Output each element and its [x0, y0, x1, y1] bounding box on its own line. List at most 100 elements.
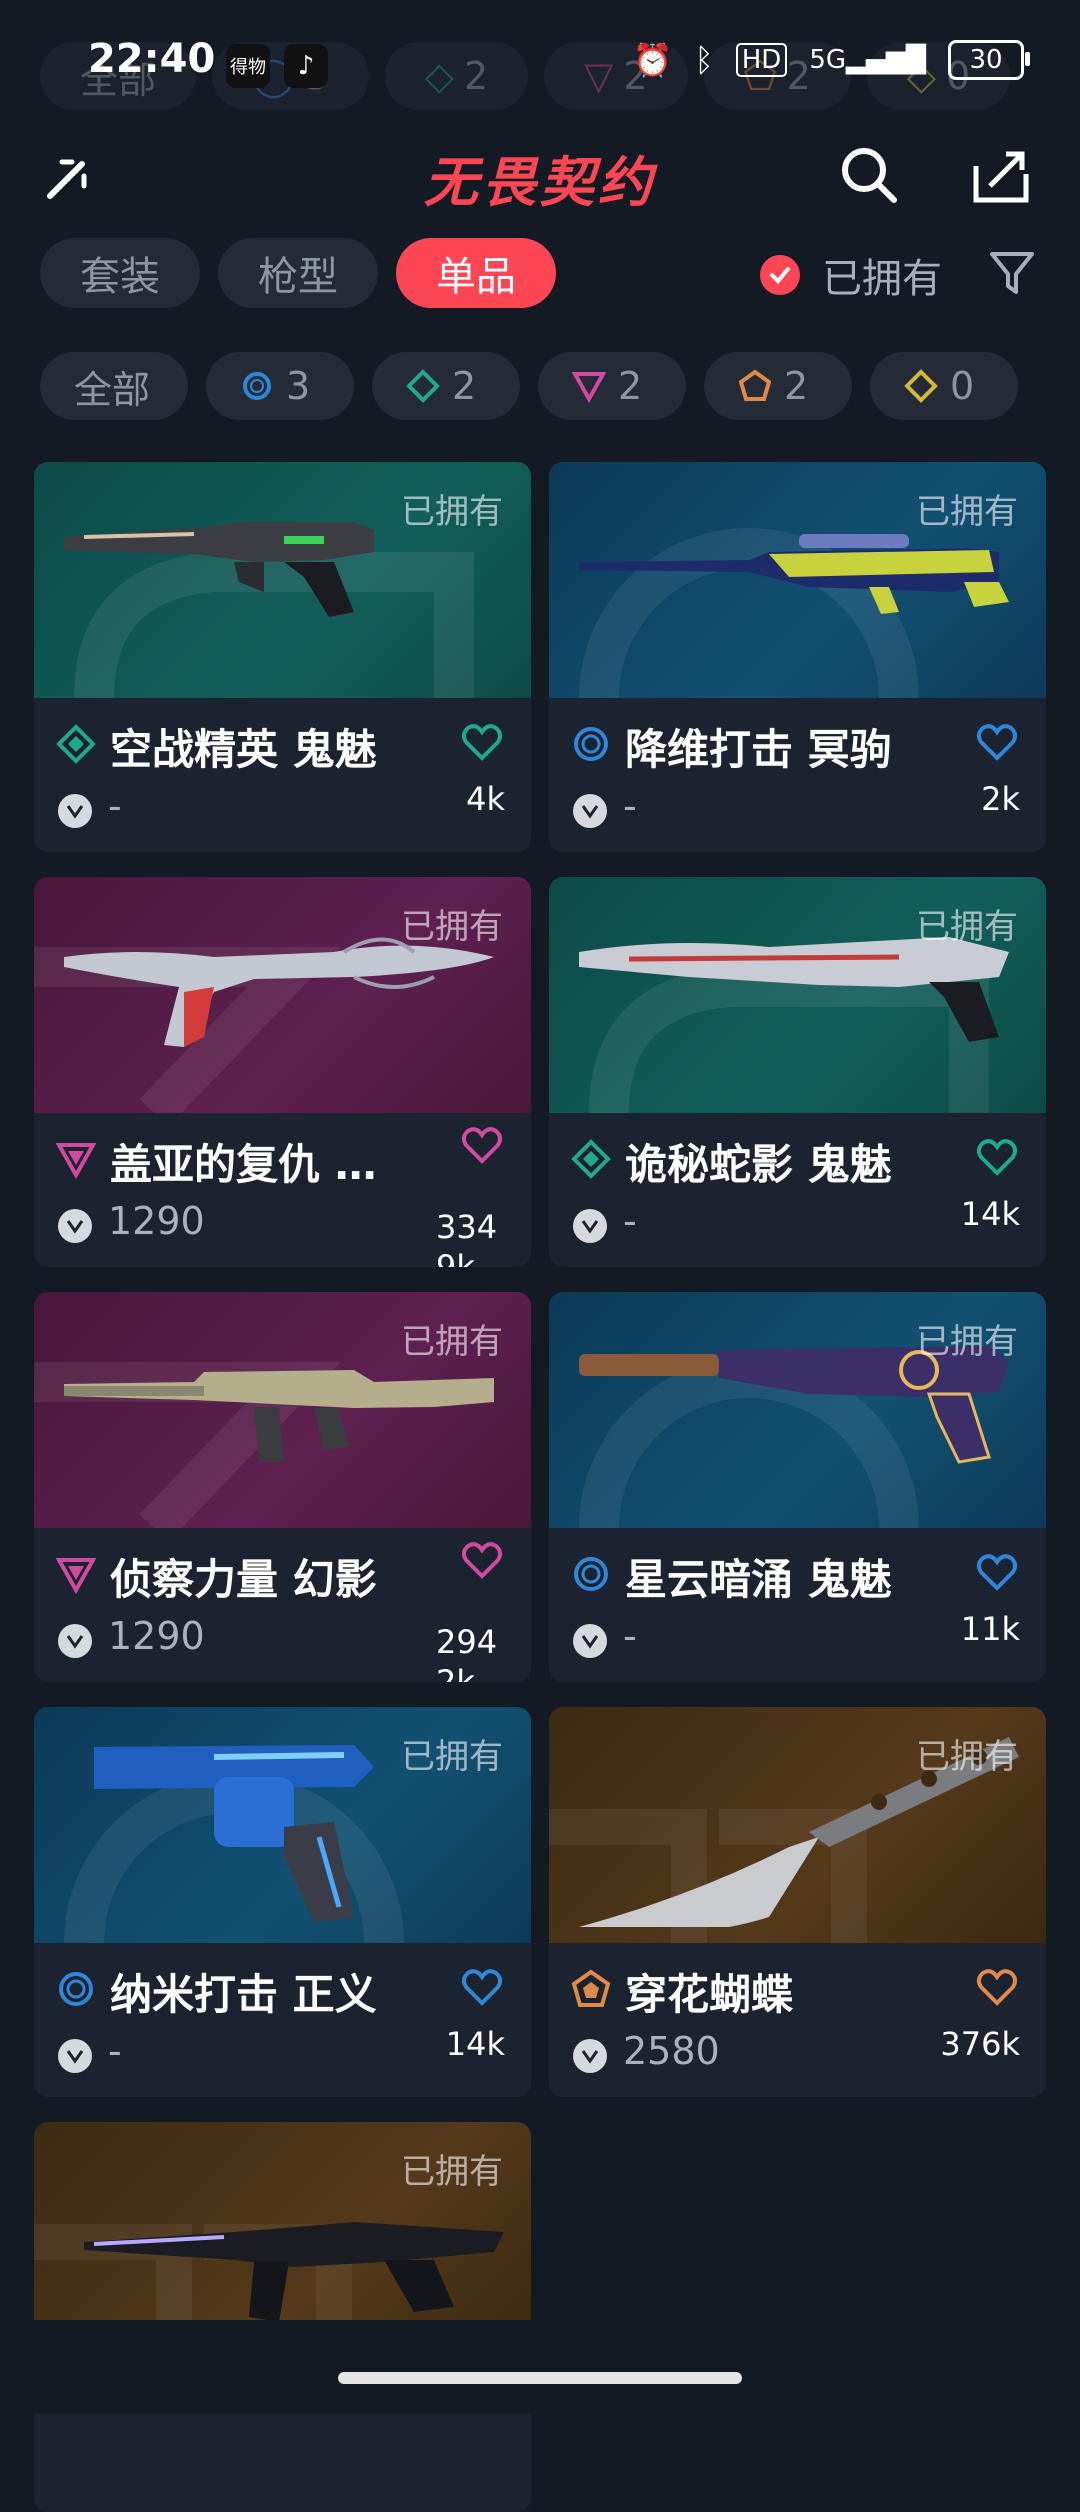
- item-image: 已拥有: [549, 462, 1046, 698]
- like-count: 3349k: [436, 1208, 498, 1267]
- like-count: 376k: [940, 2025, 1020, 2063]
- triangle-rarity-icon: [56, 1143, 96, 1179]
- item-image: 已拥有: [549, 877, 1046, 1113]
- item-card[interactable]: 已拥有 侦察力量 幻影 1290 2942k: [34, 1292, 531, 1682]
- like-count: 14k: [960, 1195, 1020, 1233]
- owned-filter-toggle[interactable]: 已拥有: [760, 246, 942, 304]
- diamond-gold-tier-icon: [904, 369, 938, 403]
- item-card[interactable]: 已拥有 空战精英 鬼魅 - 4k: [34, 462, 531, 852]
- circle-tier-icon: [243, 372, 271, 400]
- vp-currency-icon: [573, 1209, 607, 1243]
- vp-currency-icon: [58, 1624, 92, 1658]
- item-name: 诡秘蛇影 鬼魅: [625, 1140, 892, 1189]
- circle-rarity-icon: [574, 727, 608, 761]
- tier-filter-row: 全部 3 2 2 2 0: [40, 352, 1080, 420]
- item-name: 侦察力量 幻影: [110, 1555, 377, 1604]
- tier-select[interactable]: 3: [206, 352, 354, 420]
- status-bar: 全部 ◯3 ◇2 ▽2 ⬠2 ◇0 22:40 得物 ♪ ⏰ ᛒ HD 5G▂▄…: [0, 0, 1080, 130]
- item-grid: 已拥有 空战精英 鬼魅 - 4k 已拥有 降维打击 冥驹 - 2k 已拥有 盖亚…: [34, 462, 1046, 2512]
- heart-icon[interactable]: [976, 1552, 1018, 1592]
- item-price: 1290: [108, 1199, 205, 1243]
- vp-currency-icon: [573, 1624, 607, 1658]
- bluetooth-icon: ᛒ: [694, 41, 714, 79]
- owned-tag: 已拥有: [401, 492, 503, 532]
- home-indicator[interactable]: [338, 2372, 742, 2384]
- item-image: 已拥有: [34, 1707, 531, 1943]
- heart-icon[interactable]: [461, 722, 503, 762]
- battery-icon: 30: [948, 40, 1030, 80]
- filter-icon[interactable]: [986, 246, 1038, 298]
- item-card[interactable]: 已拥有 穿花蝴蝶 2580 376k: [549, 1707, 1046, 2097]
- item-card[interactable]: 已拥有: [34, 2122, 531, 2512]
- app-bar: 无畏契约: [0, 130, 1080, 226]
- owned-tag: 已拥有: [401, 907, 503, 947]
- diamond-tier-icon: [406, 369, 440, 403]
- tier-deluxe[interactable]: 2: [372, 352, 520, 420]
- vp-currency-icon: [573, 2039, 607, 2073]
- like-count: 2942k: [436, 1623, 498, 1682]
- owned-tag: 已拥有: [916, 492, 1018, 532]
- owned-tag: 已拥有: [916, 907, 1018, 947]
- item-card[interactable]: 已拥有 纳米打击 正义 - 14k: [34, 1707, 531, 2097]
- item-name: 星云暗涌 鬼魅: [625, 1555, 892, 1604]
- item-name: 盖亚的复仇 狂...: [110, 1140, 410, 1189]
- item-card[interactable]: 已拥有 诡秘蛇影 鬼魅 - 14k: [549, 877, 1046, 1267]
- item-price: -: [108, 2029, 122, 2073]
- hd-icon: HD: [735, 43, 788, 77]
- owned-filter-label: 已拥有: [822, 256, 942, 302]
- tier-ultra[interactable]: 0: [870, 352, 1018, 420]
- item-image: 已拥有: [549, 1292, 1046, 1528]
- heart-icon[interactable]: [461, 1540, 503, 1580]
- item-name: 空战精英 鬼魅: [110, 725, 377, 774]
- heart-icon[interactable]: [461, 1125, 503, 1165]
- item-image: 已拥有: [34, 462, 531, 698]
- item-image: 已拥有: [34, 1292, 531, 1528]
- tab-set[interactable]: 套装: [40, 238, 200, 308]
- like-count: 14k: [445, 2025, 505, 2063]
- signal-icon: 5G▂▄▆█: [809, 45, 926, 75]
- heart-icon[interactable]: [976, 1137, 1018, 1177]
- item-price: 1290: [108, 1614, 205, 1658]
- search-icon[interactable]: [838, 144, 900, 206]
- like-count: 11k: [960, 1610, 1020, 1648]
- check-icon: [760, 255, 800, 295]
- owned-tag: 已拥有: [916, 1737, 1018, 1777]
- alarm-icon: ⏰: [632, 41, 673, 79]
- circle-rarity-icon: [59, 1972, 93, 2006]
- pentagon-rarity-icon: [571, 1969, 611, 2007]
- status-icons: ⏰ ᛒ HD 5G▂▄▆█ 30: [632, 40, 1030, 80]
- pentagon-tier-icon: [738, 369, 772, 401]
- owned-tag: 已拥有: [401, 2152, 503, 2192]
- item-name: 穿花蝴蝶: [625, 1970, 794, 2019]
- tab-single-item[interactable]: 单品: [396, 238, 556, 308]
- heart-icon[interactable]: [461, 1967, 503, 2007]
- tier-exclusive[interactable]: 2: [704, 352, 852, 420]
- owned-tag: 已拥有: [401, 1322, 503, 1362]
- like-count: 2k: [981, 780, 1020, 818]
- heart-icon[interactable]: [976, 722, 1018, 762]
- vp-currency-icon: [573, 794, 607, 828]
- ghost-pill: ◇ 2: [384, 42, 529, 110]
- item-card[interactable]: 已拥有 盖亚的复仇 狂... 1290 3349k: [34, 877, 531, 1267]
- tiktok-app-icon: ♪: [284, 44, 328, 88]
- item-name: 降维打击 冥驹: [625, 725, 892, 774]
- triangle-tier-icon: [572, 372, 606, 403]
- share-icon[interactable]: [970, 144, 1032, 206]
- item-price: 2580: [623, 2029, 720, 2073]
- item-card[interactable]: 已拥有 星云暗涌 鬼魅 - 11k: [549, 1292, 1046, 1682]
- circle-rarity-icon: [574, 1557, 608, 1591]
- item-image: 已拥有: [549, 1707, 1046, 1943]
- tier-all[interactable]: 全部: [40, 352, 188, 420]
- item-image: 已拥有: [34, 877, 531, 1113]
- tier-premium[interactable]: 2: [538, 352, 686, 420]
- triangle-rarity-icon: [56, 1558, 96, 1594]
- vp-currency-icon: [58, 794, 92, 828]
- owned-tag: 已拥有: [916, 1322, 1018, 1362]
- owned-tag: 已拥有: [401, 1737, 503, 1777]
- vp-currency-icon: [58, 2039, 92, 2073]
- diamond-rarity-icon: [571, 1139, 611, 1179]
- vp-currency-icon: [58, 1209, 92, 1243]
- item-card[interactable]: 已拥有 降维打击 冥驹 - 2k: [549, 462, 1046, 852]
- tab-weapon-type[interactable]: 枪型: [218, 238, 378, 308]
- heart-icon[interactable]: [976, 1967, 1018, 2007]
